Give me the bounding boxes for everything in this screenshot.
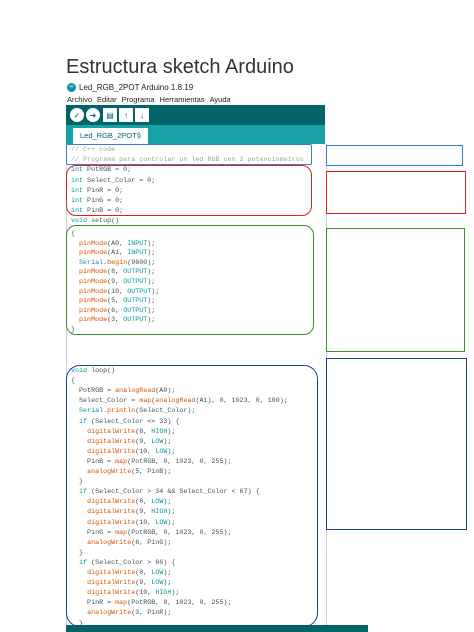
arrow-right-icon: ➜ [89, 110, 97, 120]
check-icon: ✓ [73, 110, 81, 120]
globals-highlight-box [66, 165, 312, 216]
upload-button[interactable]: ➜ [86, 108, 100, 122]
tab-sketch[interactable]: Led_RGB_2POT§ [73, 128, 148, 144]
save-button[interactable]: ↓ [135, 108, 149, 122]
comment-label-box [326, 145, 463, 166]
toolbar: ✓ ➜ ▤ ↑ ↓ [66, 105, 325, 125]
setup-label-box [326, 228, 465, 352]
menu-herramientas[interactable]: Herramientas [160, 95, 205, 105]
menu-archivo[interactable]: Archivo [67, 95, 92, 105]
menu-ayuda[interactable]: Ayuda [210, 95, 231, 105]
verify-button[interactable]: ✓ [70, 108, 84, 122]
tab-bar: Led_RGB_2POT§ [66, 125, 325, 144]
open-button[interactable]: ↑ [119, 108, 133, 122]
window-title-bar: ∞ Led_RGB_2POT Arduino 1.8.19 [67, 81, 193, 93]
globals-label-box [326, 171, 466, 214]
arrow-up-icon: ↑ [124, 110, 128, 120]
loop-label-box [326, 358, 467, 530]
new-button[interactable]: ▤ [103, 108, 117, 122]
slide-title: Estructura sketch Arduino [66, 56, 294, 78]
setup-highlight-box [66, 225, 314, 335]
comment-highlight-box [66, 144, 312, 165]
arrow-down-icon: ↓ [140, 110, 144, 120]
arduino-logo-icon: ∞ [67, 82, 76, 92]
menu-bar: Archivo Editar Programa Herramientas Ayu… [67, 95, 231, 105]
menu-editar[interactable]: Editar [97, 95, 117, 105]
loop-highlight-box [66, 365, 318, 627]
new-file-icon: ▤ [106, 110, 114, 120]
window-title: Led_RGB_2POT Arduino 1.8.19 [79, 82, 194, 92]
menu-programa[interactable]: Programa [122, 95, 155, 105]
